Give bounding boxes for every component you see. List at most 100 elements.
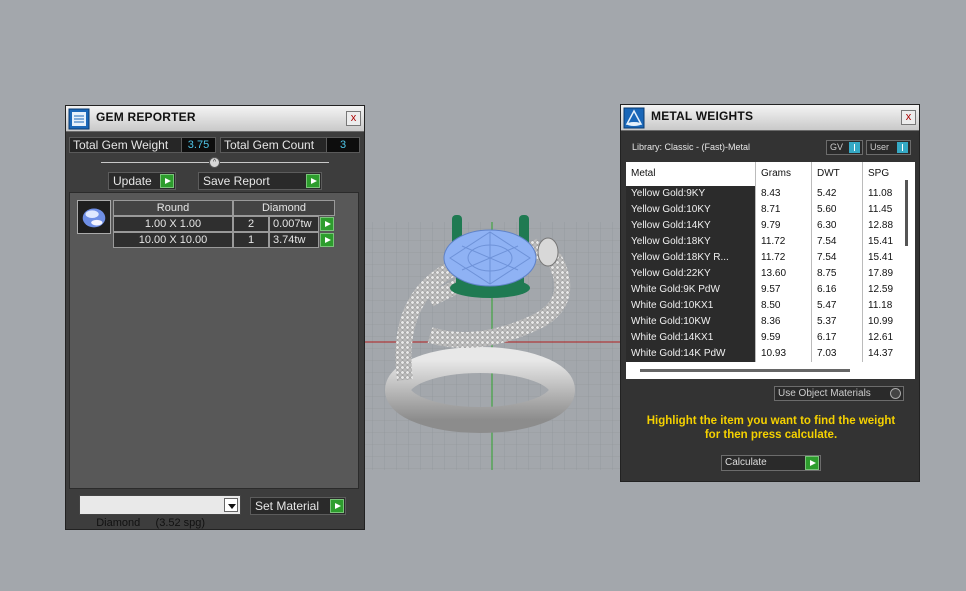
spg-cell: 15.41 bbox=[863, 234, 903, 250]
metal-cell: Yellow Gold:10KY bbox=[626, 202, 756, 218]
spg-cell: 11.18 bbox=[863, 298, 903, 314]
gem-list-header-material: Diamond bbox=[233, 200, 335, 216]
save-report-go-icon bbox=[306, 174, 320, 188]
set-material-go-icon bbox=[330, 499, 344, 513]
dwt-column-header[interactable]: DWT bbox=[812, 162, 863, 186]
dwt-cell: 5.37 bbox=[812, 314, 863, 330]
metal-row[interactable]: Yellow Gold:9KY 8.43 5.42 11.08 bbox=[626, 186, 903, 202]
gem-row-size[interactable]: 10.00 X 10.00 bbox=[113, 232, 233, 248]
set-material-button[interactable]: Set Material bbox=[250, 497, 346, 515]
dwt-cell: 5.60 bbox=[812, 202, 863, 218]
spg-cell: 10.99 bbox=[863, 314, 903, 330]
grams-cell: 9.59 bbox=[756, 330, 812, 346]
metal-row[interactable]: Yellow Gold:22KY 13.60 8.75 17.89 bbox=[626, 266, 903, 282]
metal-row[interactable]: Yellow Gold:14KY 9.79 6.30 12.88 bbox=[626, 218, 903, 234]
gem-row-weight: 0.007tw bbox=[269, 216, 319, 232]
spg-column-header[interactable]: SPG bbox=[863, 162, 903, 186]
toggle-icon bbox=[849, 142, 860, 153]
dwt-cell: 8.75 bbox=[812, 266, 863, 282]
set-material-button-label: Set Material bbox=[255, 499, 320, 513]
gv-toggle[interactable]: GV bbox=[826, 140, 863, 155]
calculate-button-label: Calculate bbox=[725, 457, 767, 468]
toggle-icon bbox=[897, 142, 908, 153]
spg-cell: 12.59 bbox=[863, 282, 903, 298]
dwt-cell: 5.42 bbox=[812, 186, 863, 202]
metal-row[interactable]: Yellow Gold:18KY R... 11.72 7.54 15.41 bbox=[626, 250, 903, 266]
metal-row[interactable]: White Gold:9K PdW 9.57 6.16 12.59 bbox=[626, 282, 903, 298]
metal-weights-panel: METAL WEIGHTS x Library: Classic - (Fast… bbox=[620, 104, 920, 482]
user-toggle[interactable]: User bbox=[866, 140, 911, 155]
gem-list-header-shape: Round bbox=[113, 200, 233, 216]
gem-reporter-icon bbox=[68, 108, 90, 130]
gem-row-select-button[interactable] bbox=[320, 233, 334, 247]
dwt-cell: 6.16 bbox=[812, 282, 863, 298]
spg-cell: 11.45 bbox=[863, 202, 903, 218]
horizontal-scrollbar[interactable] bbox=[640, 369, 850, 372]
update-button[interactable]: Update bbox=[108, 172, 176, 190]
grams-cell: 8.36 bbox=[756, 314, 812, 330]
metal-row[interactable]: Yellow Gold:18KY 11.72 7.54 15.41 bbox=[626, 234, 903, 250]
grams-cell: 10.93 bbox=[756, 346, 812, 362]
metal-cell: White Gold:10KX1 bbox=[626, 298, 756, 314]
instruction-line-1: Highlight the item you want to find the … bbox=[646, 415, 896, 427]
chevron-down-icon[interactable] bbox=[224, 498, 238, 512]
metal-row[interactable]: White Gold:10KX1 8.50 5.47 11.18 bbox=[626, 298, 903, 314]
grams-cell: 8.71 bbox=[756, 202, 812, 218]
radio-icon bbox=[890, 388, 901, 399]
gem-reporter-titlebar[interactable]: GEM REPORTER x bbox=[66, 106, 364, 132]
metal-weights-titlebar[interactable]: METAL WEIGHTS x bbox=[621, 105, 919, 131]
spg-cell: 12.61 bbox=[863, 330, 903, 346]
grams-cell: 9.57 bbox=[756, 282, 812, 298]
grams-column-header[interactable]: Grams bbox=[756, 162, 812, 186]
save-report-button-label: Save Report bbox=[203, 174, 270, 188]
gem-row-select-button[interactable] bbox=[320, 217, 334, 231]
calculate-button[interactable]: Calculate bbox=[721, 455, 821, 471]
gem-reporter-panel: GEM REPORTER x Total Gem Weight 3.75 Tot… bbox=[65, 105, 365, 530]
gem-row-size[interactable]: 1.00 X 1.00 bbox=[113, 216, 233, 232]
gem-row-count: 2 bbox=[233, 216, 269, 232]
instruction-text: Highlight the item you want to find the … bbox=[631, 414, 911, 442]
spg-cell: 15.41 bbox=[863, 250, 903, 266]
metal-column-header[interactable]: Metal bbox=[626, 162, 756, 186]
metal-cell: Yellow Gold:22KY bbox=[626, 266, 756, 282]
save-report-button[interactable]: Save Report bbox=[198, 172, 322, 190]
library-label: Library: Classic - (Fast)-Metal bbox=[632, 142, 751, 152]
metal-row[interactable]: White Gold:14K PdW 10.93 7.03 14.37 bbox=[626, 346, 903, 362]
metal-cell: Yellow Gold:18KY bbox=[626, 234, 756, 250]
dwt-cell: 6.30 bbox=[812, 218, 863, 234]
grams-cell: 9.79 bbox=[756, 218, 812, 234]
metal-weights-title: METAL WEIGHTS bbox=[651, 109, 754, 123]
gem-list[interactable]: Round Diamond 1.00 X 1.00 2 0.007tw 10.0… bbox=[69, 192, 359, 489]
grams-cell: 8.50 bbox=[756, 298, 812, 314]
metal-cell: Yellow Gold:18KY R... bbox=[626, 250, 756, 266]
round-gem-thumbnail[interactable] bbox=[77, 200, 111, 234]
update-button-label: Update bbox=[113, 174, 152, 188]
gem-slider-handle[interactable]: ^ bbox=[209, 157, 220, 168]
dwt-cell: 7.54 bbox=[812, 234, 863, 250]
metal-row[interactable]: White Gold:10KW 8.36 5.37 10.99 bbox=[626, 314, 903, 330]
material-select[interactable]: Diamond (3.52 spg) bbox=[79, 495, 241, 529]
dwt-cell: 7.03 bbox=[812, 346, 863, 362]
material-select-value: Diamond (3.52 spg) bbox=[96, 517, 206, 529]
dwt-cell: 6.17 bbox=[812, 330, 863, 346]
metal-weights-close-button[interactable]: x bbox=[901, 110, 916, 125]
use-object-materials-option[interactable]: Use Object Materials bbox=[774, 386, 904, 401]
grams-cell: 8.43 bbox=[756, 186, 812, 202]
vertical-scrollbar[interactable] bbox=[905, 180, 908, 246]
metal-row[interactable]: Yellow Gold:10KY 8.71 5.60 11.45 bbox=[626, 202, 903, 218]
dwt-cell: 7.54 bbox=[812, 250, 863, 266]
spg-cell: 12.88 bbox=[863, 218, 903, 234]
total-gem-weight-value: 3.75 bbox=[181, 137, 216, 153]
dwt-cell: 5.47 bbox=[812, 298, 863, 314]
gem-reporter-close-button[interactable]: x bbox=[346, 111, 361, 126]
round-gem-icon bbox=[82, 208, 106, 228]
use-object-materials-label: Use Object Materials bbox=[778, 388, 871, 399]
gem-row-weight: 3.74tw bbox=[269, 232, 319, 248]
metal-table[interactable]: Metal Grams DWT SPG Yellow Gold:9KY 8.43 5… bbox=[626, 162, 915, 379]
gv-toggle-label: GV bbox=[830, 142, 844, 152]
user-toggle-label: User bbox=[870, 142, 890, 152]
metal-cell: White Gold:14K PdW bbox=[626, 346, 756, 362]
metal-row[interactable]: White Gold:14KX1 9.59 6.17 12.61 bbox=[626, 330, 903, 346]
metal-cell: White Gold:10KW bbox=[626, 314, 756, 330]
metal-cell: Yellow Gold:9KY bbox=[626, 186, 756, 202]
